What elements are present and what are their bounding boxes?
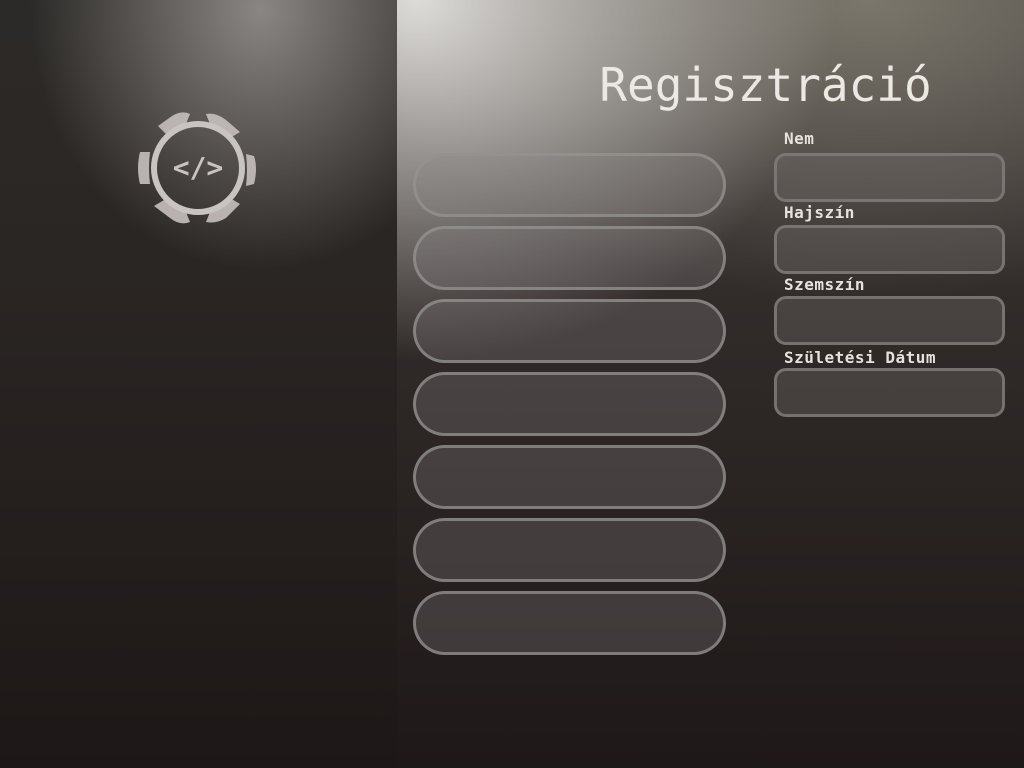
left-panel: </>	[0, 0, 397, 768]
code-gear-icon: </>	[138, 112, 256, 224]
registration-field-4[interactable]	[413, 372, 726, 436]
gender-field[interactable]	[774, 153, 1005, 202]
hair-color-field[interactable]	[774, 225, 1005, 274]
registration-field-1[interactable]	[413, 153, 726, 217]
page-title: Regisztráció	[599, 58, 932, 112]
registration-field-5[interactable]	[413, 445, 726, 509]
gender-label: Nem	[784, 129, 815, 148]
birth-date-field[interactable]	[774, 368, 1005, 417]
gear-segment	[138, 152, 150, 184]
registration-field-2[interactable]	[413, 226, 726, 290]
eye-color-field[interactable]	[774, 296, 1005, 345]
registration-field-6[interactable]	[413, 518, 726, 582]
registration-screen: </> Regisztráció Nem Hajszín Szemszín Sz…	[0, 0, 1024, 768]
code-glyph: </>	[173, 151, 224, 184]
registration-field-7[interactable]	[413, 591, 726, 655]
birth-date-label: Születési Dátum	[784, 348, 936, 367]
hair-color-label: Hajszín	[784, 203, 855, 222]
eye-color-label: Szemszín	[784, 275, 866, 294]
registration-field-3[interactable]	[413, 299, 726, 363]
gear-segment	[246, 154, 256, 186]
